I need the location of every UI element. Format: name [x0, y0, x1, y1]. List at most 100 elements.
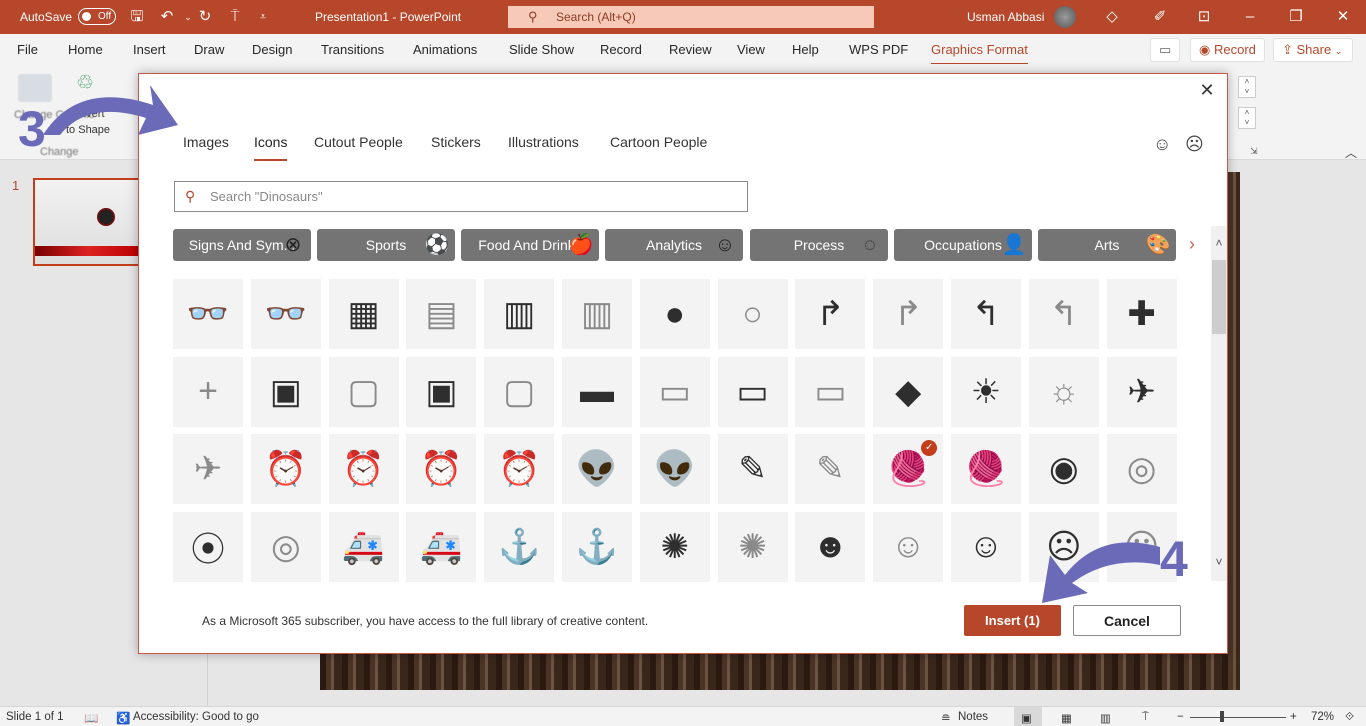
icon-tile-abacus-vertical-outline[interactable]: ▥: [562, 279, 632, 349]
comments-button[interactable]: ▭: [1150, 38, 1181, 62]
autosave-toggle[interactable]: Off: [78, 8, 116, 25]
zoom-in-icon[interactable]: +: [1290, 711, 1297, 723]
slideshow-icon[interactable]: ⍑: [1142, 711, 1149, 724]
icon-tile-airplane-outline[interactable]: ✈: [173, 434, 243, 504]
minimize-icon[interactable]: –: [1240, 7, 1260, 27]
tab-design[interactable]: Design: [252, 42, 292, 57]
icon-tile-address-book-filled[interactable]: ▣: [250, 356, 321, 427]
icon-tile-anemone-filled[interactable]: ✺: [639, 511, 710, 582]
icon-tile-abacus-outline[interactable]: ▤: [406, 279, 477, 349]
present-icon[interactable]: ⍑: [225, 7, 245, 27]
tab-slide-show[interactable]: Slide Show: [509, 42, 574, 57]
category-analytics[interactable]: Analytics ☺: [605, 229, 743, 261]
icon-tile-angel-face-medium[interactable]: ☺: [951, 511, 1021, 582]
zoom-slider-thumb[interactable]: [1220, 711, 1224, 722]
icon-tile-alarm-clock-outline[interactable]: ⏰: [328, 434, 399, 504]
category-process[interactable]: Process ◌: [750, 229, 888, 261]
save-icon[interactable]: 🖫: [127, 7, 147, 27]
icon-search-input[interactable]: ⚲ Search "Dinosaurs": [174, 181, 748, 212]
notes-button[interactable]: Notes: [958, 711, 988, 723]
tab-icons[interactable]: Icons: [254, 134, 288, 161]
icon-tile-button-filled[interactable]: ⦿: [173, 511, 243, 582]
zoom-level[interactable]: 72%: [1311, 711, 1334, 723]
icon-tile-adhesive-bandage-filled[interactable]: ▬: [562, 356, 632, 427]
icon-tile-needle-thread-filled[interactable]: ✎: [717, 434, 788, 504]
icon-tile-address-book-right-outline[interactable]: ▢: [484, 356, 555, 427]
icon-tile-alien-face-outline[interactable]: 👽: [639, 434, 710, 504]
tab-wps-pdf[interactable]: WPS PDF: [849, 42, 908, 57]
icon-tile-agriculture-filled[interactable]: ☀: [951, 356, 1021, 427]
user-name[interactable]: Usman Abbasi: [967, 10, 1044, 24]
undo-icon[interactable]: ↶: [157, 7, 177, 27]
icon-tile-address-book-right-filled[interactable]: ▣: [406, 356, 477, 427]
tab-home[interactable]: Home: [68, 42, 103, 57]
reading-view-icon[interactable]: ▥: [1100, 711, 1111, 725]
icon-tile-acorn-filled[interactable]: ●: [639, 279, 710, 349]
width-spinner[interactable]: ˄ ˅: [1238, 107, 1256, 129]
icon-tile-3d-glasses-outline[interactable]: 👓: [250, 279, 321, 349]
smile-feedback-icon[interactable]: ☺: [1153, 134, 1171, 155]
icon-tile-address-book-outline[interactable]: ▢: [328, 356, 399, 427]
scroll-down-icon[interactable]: ˅: [1211, 555, 1227, 569]
icon-tile-ambulance-filled[interactable]: 🚑: [328, 511, 399, 582]
tab-illustrations[interactable]: Illustrations: [508, 134, 579, 150]
scroll-thumb[interactable]: [1212, 260, 1226, 334]
icon-tile-anemone-outline[interactable]: ✺: [717, 511, 788, 582]
share-button[interactable]: ⇪ Share ⌄: [1273, 38, 1353, 62]
icon-tile-merge-left-filled[interactable]: ↰: [951, 279, 1021, 349]
icon-tile-alarm-clock-filled[interactable]: ⏰: [250, 434, 321, 504]
cancel-button[interactable]: Cancel: [1073, 605, 1181, 636]
insert-button[interactable]: Insert (1): [964, 605, 1061, 636]
icon-tile-angel-face-outline[interactable]: ☺: [873, 511, 944, 582]
icon-tile-alarm-ringing-outline[interactable]: ⏰: [484, 434, 555, 504]
icon-tile-angel-face-filled[interactable]: ☻: [795, 511, 866, 582]
customize-toolbar-icon[interactable]: ⩡: [253, 7, 273, 27]
zoom-out-icon[interactable]: −: [1177, 711, 1184, 723]
icon-tile-billboard-outline[interactable]: ▭: [795, 356, 866, 427]
tab-cartoon-people[interactable]: Cartoon People: [610, 134, 707, 150]
restore-icon[interactable]: ❐: [1286, 7, 1306, 27]
tab-record[interactable]: Record: [600, 42, 642, 57]
icon-tile-alarm-ringing-filled[interactable]: ⏰: [406, 434, 477, 504]
icon-tile-needle-thread-outline[interactable]: ✎: [795, 434, 866, 504]
tab-animations[interactable]: Animations: [413, 42, 477, 57]
icon-tile-3d-glasses-filled[interactable]: 👓: [173, 279, 243, 349]
icon-tile-agriculture-outline[interactable]: ☼: [1028, 356, 1099, 427]
slide-sorter-icon[interactable]: ▦: [1061, 711, 1072, 725]
tab-transitions[interactable]: Transitions: [321, 42, 384, 57]
icon-tile-measuring-tape-outline[interactable]: ◎: [1106, 434, 1177, 504]
tab-images[interactable]: Images: [183, 134, 229, 150]
icon-tile-abacus-filled[interactable]: ▦: [328, 279, 399, 349]
icon-tile-abacus-vertical-filled[interactable]: ▥: [484, 279, 555, 349]
icon-tile-acorn-outline[interactable]: ○: [717, 279, 788, 349]
tab-review[interactable]: Review: [669, 42, 712, 57]
icon-tile-airplane-filled[interactable]: ✈: [1106, 356, 1177, 427]
icon-tile-knitting-outline[interactable]: 🧶: [951, 434, 1021, 504]
icon-tile-anchor-filled[interactable]: ⚓: [484, 511, 555, 582]
accessibility-status[interactable]: Accessibility: Good to go: [133, 711, 259, 723]
tab-file[interactable]: File: [17, 42, 38, 57]
collapse-ribbon-icon[interactable]: ︿: [1345, 144, 1357, 161]
height-spinner[interactable]: ˄ ˅: [1238, 76, 1256, 98]
tab-draw[interactable]: Draw: [194, 42, 224, 57]
record-button[interactable]: ◉ Record: [1190, 38, 1265, 62]
normal-view-icon[interactable]: ▣: [1021, 711, 1032, 725]
icon-tile-ambulance-outline[interactable]: 🚑: [406, 511, 477, 582]
icon-tile-adhesive-bandage-outline[interactable]: ▭: [639, 356, 710, 427]
notes-icon[interactable]: ≘: [941, 711, 951, 725]
ribbon-display-icon[interactable]: ⊡: [1194, 7, 1214, 27]
tab-view[interactable]: View: [737, 42, 765, 57]
icon-tile-billboard-filled[interactable]: ▭: [717, 356, 788, 427]
category-signs-and-sym[interactable]: Signs And Sym... ⊗: [173, 229, 311, 261]
icon-tile-alien-face-filled[interactable]: 👽: [562, 434, 632, 504]
icon-tile-merge-right-filled[interactable]: ↱: [795, 279, 866, 349]
icon-tile-merge-right-outline[interactable]: ↱: [873, 279, 944, 349]
icon-tile-knitting-filled[interactable]: 🧶 ✓: [873, 434, 944, 504]
category-arts[interactable]: Arts 🎨: [1038, 229, 1176, 261]
icon-tile-add-outline[interactable]: +: [173, 356, 243, 427]
icon-tile-add-filled[interactable]: ✚: [1106, 279, 1177, 349]
icon-tile-africa-map[interactable]: ◆: [873, 356, 944, 427]
search-box[interactable]: ⚲ Search (Alt+Q): [508, 6, 874, 28]
icon-tile-merge-left-outline[interactable]: ↰: [1028, 279, 1099, 349]
icon-tile-measuring-tape-filled[interactable]: ◉: [1028, 434, 1099, 504]
